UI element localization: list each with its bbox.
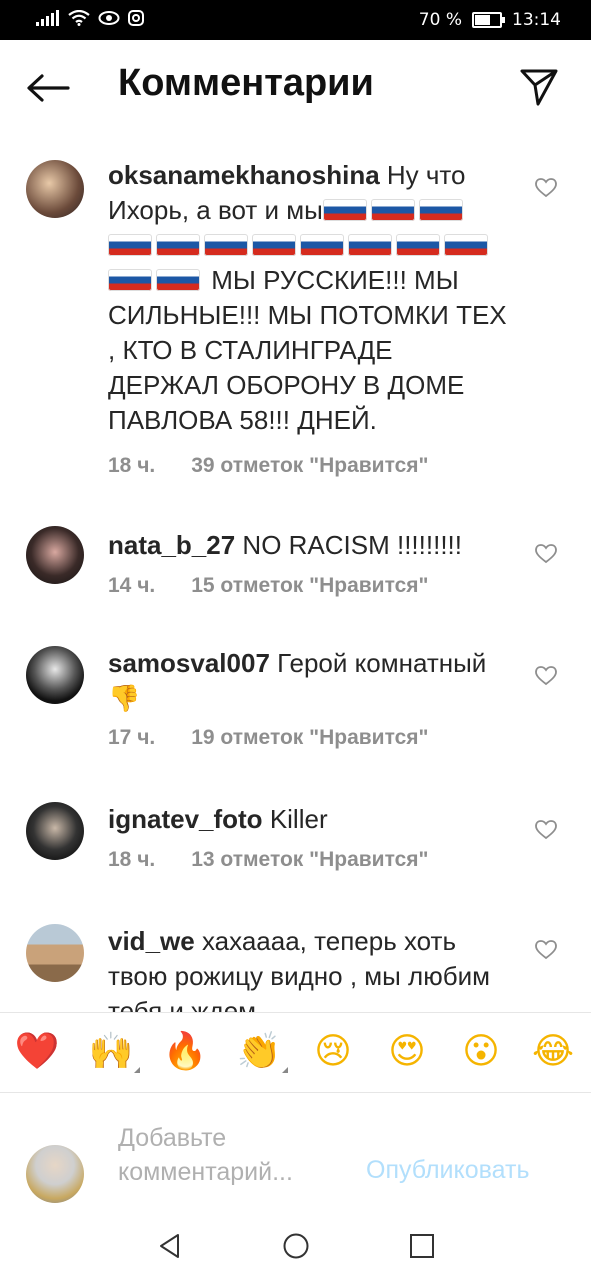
comment-body: NO RACISM !!!!!!!!! <box>242 530 462 560</box>
signal-icon <box>36 10 59 26</box>
avatar[interactable] <box>26 924 84 982</box>
direct-send-icon[interactable] <box>520 68 558 106</box>
raised-hands-emoji-button[interactable]: 🙌 <box>88 1029 140 1075</box>
russian-flag-icon <box>252 234 296 256</box>
comment-input[interactable]: Добавьте комментарий... <box>118 1121 358 1189</box>
like-heart-icon[interactable] <box>535 820 557 840</box>
battery-icon <box>472 12 505 28</box>
eye-icon <box>98 11 120 25</box>
battery-percent: 70 % <box>418 10 462 30</box>
page-title: Комментарии <box>118 62 374 104</box>
emoji-reaction-bar: ❤️ 🙌 🔥 👏 😢 😍 😮 😂 <box>0 1012 591 1093</box>
comment-body: Killer <box>269 804 328 834</box>
comment-text: vid_we хахаааа, теперь хоть твою рожицу … <box>108 924 508 1012</box>
russian-flag-icon <box>204 234 248 256</box>
comment-username[interactable]: nata_b_27 <box>108 530 235 560</box>
comments-list[interactable]: oksanamekhanoshina Ну что Ихорь, а вот и… <box>0 140 591 1012</box>
russian-flag-icons-line1 <box>322 195 467 225</box>
comment-likes[interactable]: 19 отметок "Нравится" <box>191 726 428 750</box>
comment-username[interactable]: samosval007 <box>108 648 270 678</box>
russian-flag-icon <box>418 199 463 221</box>
russian-flag-icon <box>396 234 440 256</box>
header: Комментарии <box>0 40 591 140</box>
nav-home-icon[interactable] <box>282 1232 310 1260</box>
clapping-hands-emoji: 👏 <box>236 1031 282 1072</box>
avatar[interactable] <box>26 526 84 584</box>
comment-likes[interactable]: 15 отметок "Нравится" <box>191 574 428 598</box>
clock: 13:14 <box>512 10 561 30</box>
comment-meta: 14 ч. 15 отметок "Нравится" <box>108 574 428 598</box>
comment-text: ignatev_foto Killer <box>108 802 508 837</box>
avatar[interactable] <box>26 160 84 218</box>
comment-body: Герой комнатный <box>277 648 487 678</box>
comment-meta: 18 ч. 39 отметок "Нравится" <box>108 454 428 478</box>
russian-flag-icon <box>108 269 152 291</box>
russian-flag-icon <box>322 199 367 221</box>
russian-flag-icon <box>370 199 415 221</box>
russian-flag-icons-line3 <box>108 265 204 295</box>
raised-hands-emoji: 🙌 <box>88 1031 134 1072</box>
skin-tone-indicator <box>134 1067 140 1073</box>
comment-text: oksanamekhanoshina Ну что Ихорь, а вот и… <box>108 158 508 438</box>
nav-back-icon[interactable] <box>156 1232 184 1260</box>
avatar[interactable] <box>26 646 84 704</box>
like-heart-icon[interactable] <box>535 940 557 960</box>
heart-emoji-button[interactable]: ❤️ <box>14 1029 60 1075</box>
back-arrow-icon[interactable] <box>24 68 70 108</box>
russian-flag-icon <box>444 234 488 256</box>
comment-username[interactable]: ignatev_foto <box>108 804 263 834</box>
comment-time: 17 ч. <box>108 726 156 749</box>
comment-time: 14 ч. <box>108 574 156 597</box>
russian-flag-icon <box>156 269 200 291</box>
avatar[interactable] <box>26 802 84 860</box>
comment-meta: 17 ч. 19 отметок "Нравится" <box>108 726 428 750</box>
comment-text: nata_b_27 NO RACISM !!!!!!!!! <box>108 528 508 563</box>
comment-username[interactable]: vid_we <box>108 926 195 956</box>
instagram-icon <box>128 10 144 26</box>
like-heart-icon[interactable] <box>535 178 557 198</box>
russian-flag-icon <box>348 234 392 256</box>
comment-time: 18 ч. <box>108 848 156 871</box>
russian-flag-icon <box>156 234 200 256</box>
thumbs-down-emoji: 👎 <box>108 684 141 714</box>
like-heart-icon[interactable] <box>535 666 557 686</box>
crying-face-emoji-button[interactable]: 😢 <box>310 1029 356 1075</box>
nav-recents-icon[interactable] <box>408 1232 436 1260</box>
comment-meta: 18 ч. 13 отметок "Нравится" <box>108 848 428 872</box>
skin-tone-indicator <box>282 1067 288 1073</box>
comment-username[interactable]: oksanamekhanoshina <box>108 160 380 190</box>
status-bar: 70 % 13:14 <box>0 0 591 40</box>
fire-emoji-button[interactable]: 🔥 <box>162 1029 208 1075</box>
comment-text: samosval007 Герой комнатный 👎 <box>108 646 508 717</box>
like-heart-icon[interactable] <box>535 544 557 564</box>
system-nav-bar <box>0 1212 591 1280</box>
surprised-face-emoji-button[interactable]: 😮 <box>458 1029 504 1075</box>
comment-likes[interactable]: 13 отметок "Нравится" <box>191 848 428 872</box>
heart-eyes-emoji-button[interactable]: 😍 <box>384 1029 430 1075</box>
wifi-icon <box>68 10 90 26</box>
clapping-hands-emoji-button[interactable]: 👏 <box>236 1029 288 1075</box>
russian-flag-icon <box>300 234 344 256</box>
comment-time: 18 ч. <box>108 454 156 477</box>
russian-flag-icons-line2 <box>108 230 492 260</box>
comment-composer: Добавьте комментарий... Опубликовать <box>0 1092 591 1213</box>
my-avatar <box>26 1145 84 1203</box>
publish-button[interactable]: Опубликовать <box>366 1156 529 1185</box>
tears-of-joy-emoji-button[interactable]: 😂 <box>530 1029 576 1075</box>
russian-flag-icon <box>108 234 152 256</box>
comment-likes[interactable]: 39 отметок "Нравится" <box>191 454 428 478</box>
